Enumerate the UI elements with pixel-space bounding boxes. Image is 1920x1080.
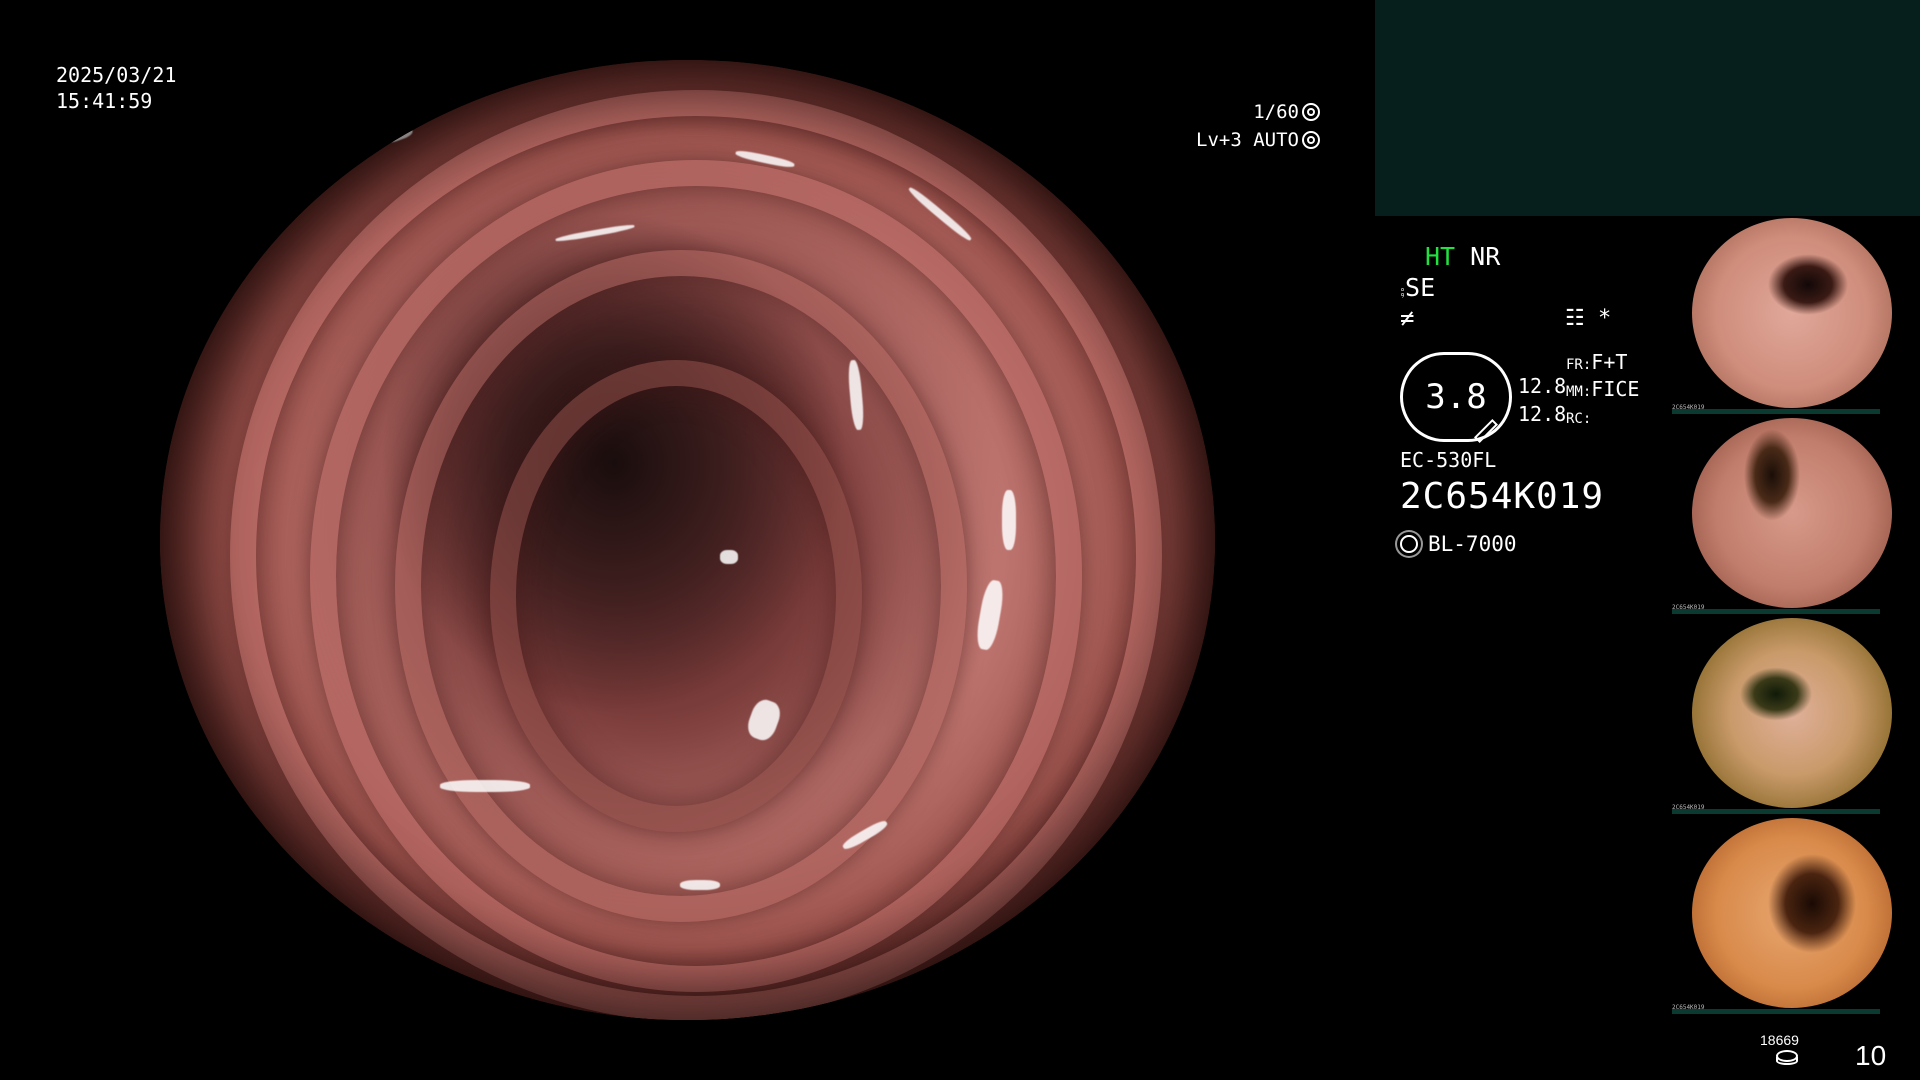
thumbnail[interactable]: 2C654K019 [1670,216,1920,416]
iris-icon [1302,131,1320,149]
scope-model: EC-530FL [1400,448,1497,472]
thumbnail-bar [1672,609,1880,614]
nr-indicator: NR [1470,242,1501,271]
level-row: Lv+3 AUTO [1160,126,1320,154]
zoom-indicator: 3.8 [1400,352,1512,444]
value-2: 12.8 [1518,402,1567,426]
signal-icon: ≠ [1400,304,1415,332]
fr-label: FR: [1566,357,1592,373]
thumbnail-image [1692,618,1892,808]
thumbnail-bar [1672,809,1880,814]
zoom-tick-icon [1473,418,1499,444]
capture-thumbnails: 2C654K019 2C654K019 2C654K019 2C654K019 [1670,216,1920,1016]
date-text: 2025/03/21 [56,63,177,87]
thumbnail-image [1692,418,1892,608]
star-indicator: * [1597,306,1612,331]
shutter-row: 1/60 [1160,98,1320,126]
settings-row: ☷ * [1565,306,1611,331]
thumbnail-bar [1672,409,1880,414]
mm-label: MM: [1566,384,1592,400]
thumbnail[interactable]: 2C654K019 [1670,416,1920,616]
fr-value: F+T [1591,350,1628,374]
ht-indicator: HT [1425,242,1456,271]
value-1: 12.8 [1518,374,1567,398]
light-source-icon [1400,535,1418,553]
rc-label: RC: [1566,411,1592,427]
numeric-values: 12.8 12.8 [1518,372,1566,428]
scope-serial: 2C654K019 [1400,476,1605,517]
view-vignette [160,60,1215,1020]
datetime: 2025/03/21 15:41:59 [56,62,176,114]
mode-labels: FR:F+T MM:FICE RC: [1566,350,1639,431]
capture-count: 10 [1855,1040,1887,1071]
patient-info-box [1375,0,1920,216]
light-source: BL-7000 [1428,532,1517,556]
thumbnail-image [1692,218,1892,408]
light-source-row: BL-7000 [1400,532,1517,556]
se-indicator: SE [1405,273,1436,302]
endoscopy-screen: 2025/03/21 15:41:59 1/60 Lv+3 AUTO HT NR… [0,0,1920,1080]
storage-icon [1776,1050,1798,1065]
endoscopic-view [160,60,1215,1020]
exposure-info: 1/60 Lv+3 AUTO [1160,98,1320,154]
shutter-icon [1302,103,1320,121]
time-text: 15:41:59 [56,89,153,113]
thumbnail[interactable]: 2C654K019 [1670,816,1920,1016]
settings-icon: ☷ [1565,306,1585,331]
thumbnail-image [1692,818,1892,1008]
se-row: ⨾SE [1400,273,1435,303]
thumbnail[interactable]: 2C654K019 [1670,616,1920,816]
mm-value: FICE [1591,377,1640,401]
shutter-speed: 1/60 [1253,101,1299,123]
exposure-level: Lv+3 AUTO [1196,129,1299,151]
thumbnail-bar [1672,1009,1880,1014]
storage-remaining: 18669 [1760,1032,1799,1048]
zoom-value: 3.8 [1425,377,1487,417]
mode-row: HT NR [1425,242,1500,271]
